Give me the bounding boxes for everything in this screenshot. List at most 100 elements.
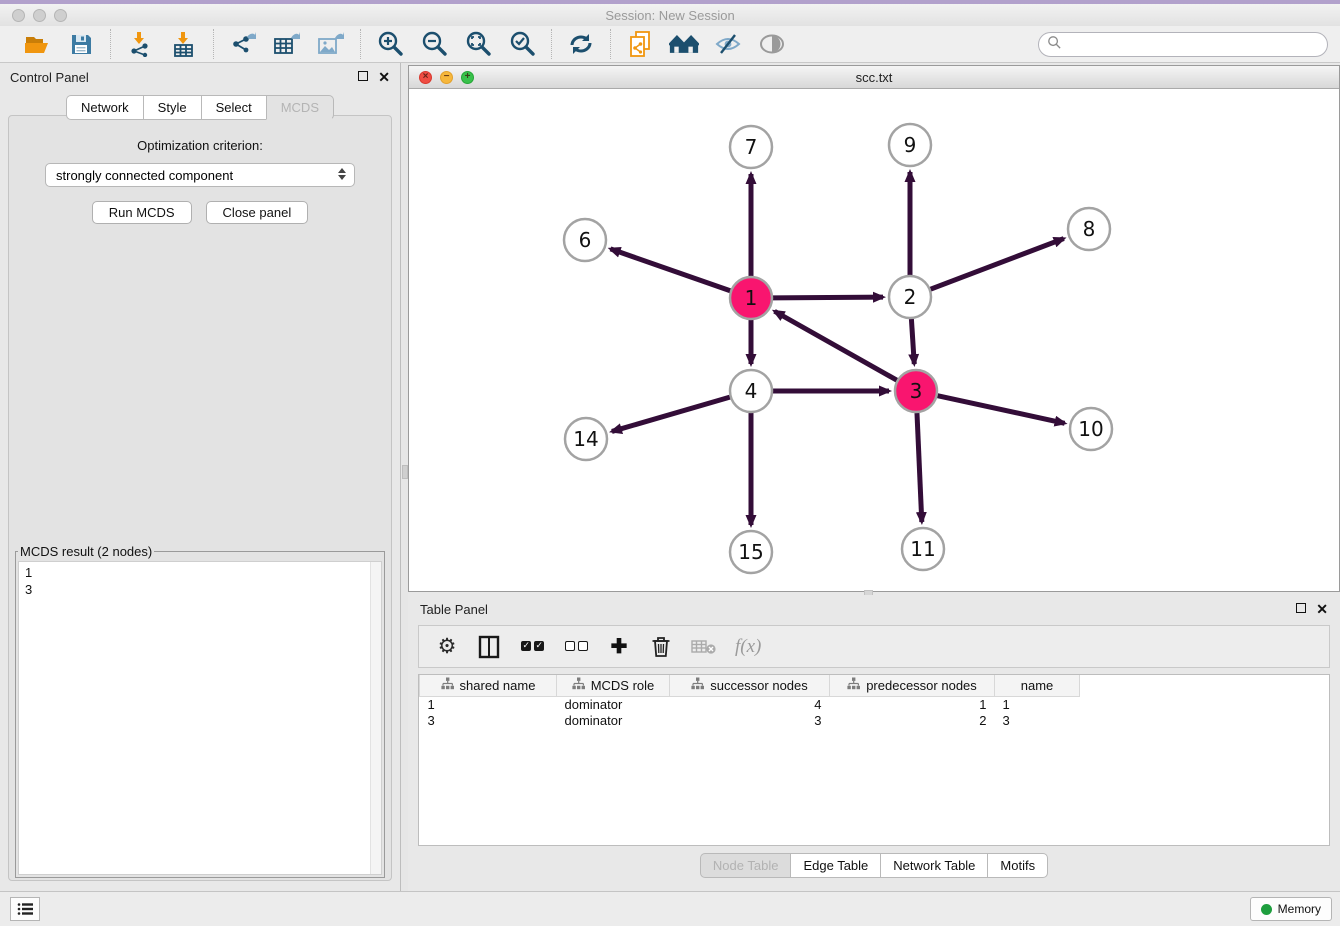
- graph-edge-1-2[interactable]: [773, 297, 883, 298]
- table-cell[interactable]: 3: [995, 712, 1080, 728]
- table-cell[interactable]: 1: [995, 696, 1080, 712]
- graph-edge-1-6[interactable]: [610, 249, 730, 291]
- table-panel-title: Table Panel: [420, 602, 1286, 617]
- graph-node-3[interactable]: 3: [895, 370, 937, 412]
- column-header-name[interactable]: name: [995, 675, 1080, 696]
- add-row-icon[interactable]: ✚: [607, 634, 631, 660]
- mcds-result-fieldset: MCDS result (2 nodes) 1 3: [15, 544, 385, 878]
- svg-text:8: 8: [1083, 217, 1096, 241]
- table-cell[interactable]: 1: [830, 696, 995, 712]
- table-close-panel-icon[interactable]: ✕: [1316, 602, 1328, 616]
- network-view-window: × − + scc.txt 7 9 6 8 1 2 4 3 14 10 15 11: [408, 65, 1340, 592]
- open-session-icon[interactable]: [22, 29, 52, 59]
- table-cell[interactable]: 4: [670, 696, 830, 712]
- svg-text:14: 14: [573, 427, 598, 451]
- table-cell[interactable]: dominator: [557, 696, 670, 712]
- graph-edge-3-11[interactable]: [917, 413, 922, 522]
- tab-select[interactable]: Select: [201, 95, 266, 120]
- graph-node-6[interactable]: 6: [564, 219, 606, 261]
- zoom-in-icon[interactable]: [375, 29, 405, 59]
- table-cell[interactable]: dominator: [557, 712, 670, 728]
- graph-edge-2-8[interactable]: [931, 239, 1064, 290]
- tab-network[interactable]: Network: [66, 95, 143, 120]
- close-panel-icon[interactable]: ✕: [378, 70, 390, 84]
- graph-edge-3-10[interactable]: [937, 396, 1064, 424]
- control-panel-tabs: NetworkStyleSelectMCDS: [0, 95, 400, 120]
- houses-icon[interactable]: [669, 29, 699, 59]
- main-titlebar[interactable]: Session: New Session: [0, 4, 1340, 26]
- graph-edge-3-1[interactable]: [775, 311, 897, 380]
- criterion-value: strongly connected component: [56, 168, 233, 183]
- run-mcds-button[interactable]: Run MCDS: [92, 201, 192, 224]
- zoom-selected-icon[interactable]: [507, 29, 537, 59]
- tab-mcds[interactable]: MCDS: [266, 95, 334, 120]
- export-network-icon[interactable]: [228, 29, 258, 59]
- criterion-select[interactable]: strongly connected component: [45, 163, 355, 187]
- graph-node-11[interactable]: 11: [902, 528, 944, 570]
- task-history-button[interactable]: [10, 897, 40, 921]
- select-all-icon[interactable]: [519, 634, 545, 660]
- network-canvas[interactable]: 7 9 6 8 1 2 4 3 14 10 15 11: [409, 89, 1339, 591]
- network-titlebar[interactable]: × − + scc.txt: [409, 66, 1339, 89]
- show-eye-icon[interactable]: [757, 29, 787, 59]
- table-cell[interactable]: 3: [670, 712, 830, 728]
- graph-node-10[interactable]: 10: [1070, 408, 1112, 450]
- clone-network-icon[interactable]: [625, 29, 655, 59]
- table-float-panel-icon[interactable]: [1296, 603, 1306, 615]
- graph-node-4[interactable]: 4: [730, 370, 772, 412]
- network-graph[interactable]: 7 9 6 8 1 2 4 3 14 10 15 11: [409, 89, 1339, 591]
- column-header-predecessor-nodes[interactable]: predecessor nodes: [830, 675, 995, 696]
- memory-button[interactable]: Memory: [1250, 897, 1332, 921]
- graph-node-14[interactable]: 14: [565, 418, 607, 460]
- table-cell[interactable]: 3: [420, 712, 557, 728]
- float-panel-icon[interactable]: [358, 71, 368, 83]
- mcds-result-title: MCDS result (2 nodes): [18, 544, 154, 559]
- svg-text:3: 3: [910, 379, 923, 403]
- zoom-out-icon[interactable]: [419, 29, 449, 59]
- svg-text:4: 4: [745, 379, 758, 403]
- delete-table-icon: [691, 634, 717, 660]
- graph-node-15[interactable]: 15: [730, 531, 772, 573]
- graph-node-7[interactable]: 7: [730, 126, 772, 168]
- hide-eye-icon[interactable]: [713, 29, 743, 59]
- export-table-icon[interactable]: [272, 29, 302, 59]
- zoom-fit-icon[interactable]: [463, 29, 493, 59]
- tab-style[interactable]: Style: [143, 95, 201, 120]
- tab-edge-table[interactable]: Edge Table: [790, 853, 880, 878]
- tab-node-table[interactable]: Node Table: [700, 853, 791, 878]
- status-bar: Memory: [0, 891, 1340, 926]
- graph-node-2[interactable]: 2: [889, 276, 931, 318]
- graph-node-9[interactable]: 9: [889, 124, 931, 166]
- column-header-shared-name[interactable]: shared name: [420, 675, 557, 696]
- graph-node-8[interactable]: 8: [1068, 208, 1110, 250]
- table-cell[interactable]: 1: [420, 696, 557, 712]
- list-icon: [17, 902, 34, 916]
- export-image-icon[interactable]: [316, 29, 346, 59]
- import-table-icon[interactable]: [169, 29, 199, 59]
- result-scrollbar[interactable]: [370, 562, 381, 874]
- search-box[interactable]: [1038, 32, 1328, 57]
- close-panel-button[interactable]: Close panel: [206, 201, 309, 224]
- tab-network-table[interactable]: Network Table: [880, 853, 987, 878]
- panel-splitter[interactable]: [400, 63, 408, 891]
- column-header-MCDS-role[interactable]: MCDS role: [557, 675, 670, 696]
- delete-row-icon[interactable]: [649, 634, 673, 660]
- columns-icon[interactable]: [477, 634, 501, 660]
- save-session-icon[interactable]: [66, 29, 96, 59]
- table-row[interactable]: 3dominator323: [420, 712, 1080, 728]
- column-header-successor-nodes[interactable]: successor nodes: [670, 675, 830, 696]
- graph-edge-2-3[interactable]: [911, 319, 914, 364]
- tab-motifs[interactable]: Motifs: [987, 853, 1048, 878]
- settings-gear-icon[interactable]: ⚙: [435, 634, 459, 660]
- node-table-grid: shared nameMCDS rolesuccessor nodesprede…: [419, 675, 1080, 728]
- refresh-layout-icon[interactable]: [566, 29, 596, 59]
- svg-text:11: 11: [910, 537, 935, 561]
- graph-edge-4-14[interactable]: [612, 397, 730, 431]
- search-input[interactable]: [1062, 35, 1327, 55]
- import-network-icon[interactable]: [125, 29, 155, 59]
- mcds-result-text[interactable]: 1 3: [18, 561, 382, 875]
- graph-node-1[interactable]: 1: [730, 277, 772, 319]
- table-row[interactable]: 1dominator411: [420, 696, 1080, 712]
- deselect-all-icon[interactable]: [563, 634, 589, 660]
- table-cell[interactable]: 2: [830, 712, 995, 728]
